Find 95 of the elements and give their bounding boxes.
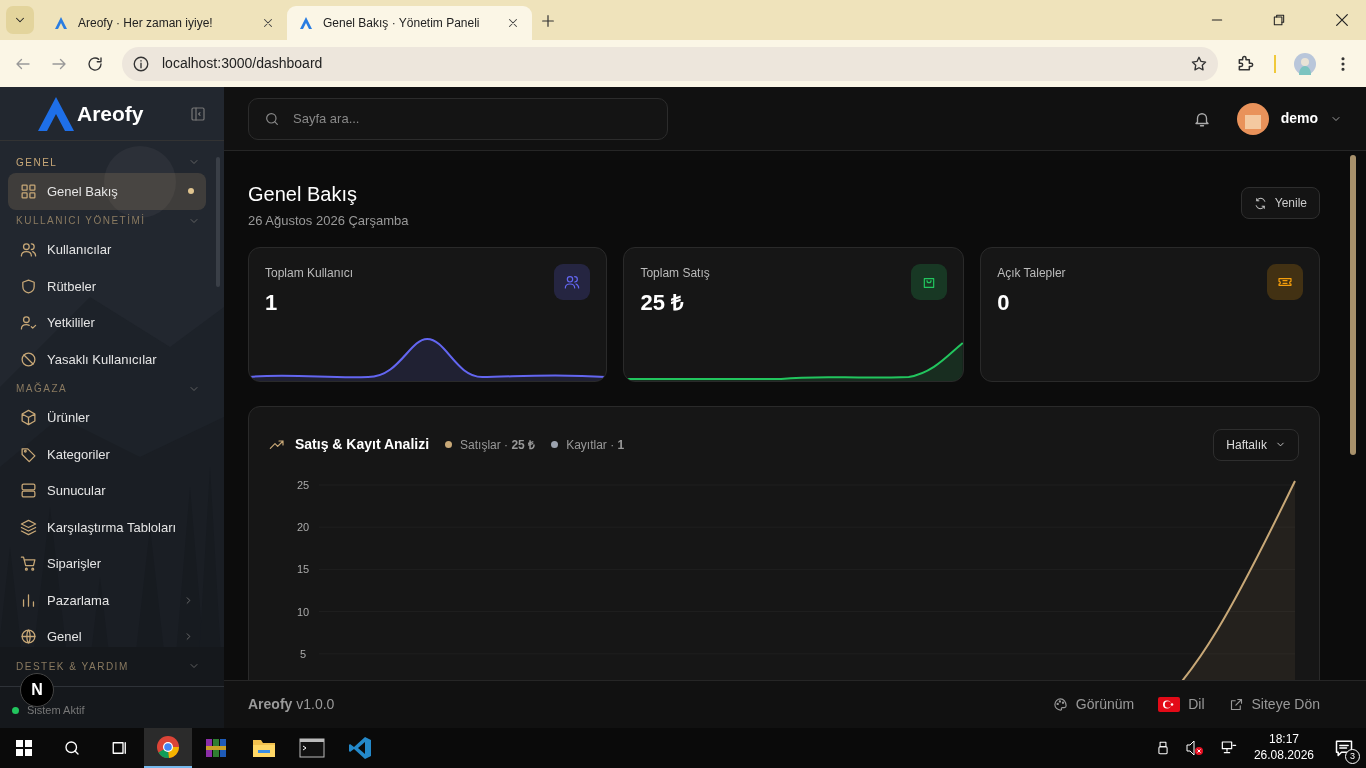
sidebar-item[interactable]: Sunucular	[8, 472, 206, 509]
favicon-icon	[299, 16, 313, 30]
tag-icon	[20, 445, 37, 463]
section-heading: KULLANICI YÖNETİMİ	[16, 213, 146, 228]
close-icon[interactable]	[261, 16, 275, 30]
tab-title: Genel Bakış · Yönetim Paneli	[323, 15, 481, 32]
user-check-icon	[20, 314, 37, 332]
info-icon[interactable]	[132, 54, 150, 73]
stat-label: Açık Talepler	[997, 264, 1066, 282]
restore-icon[interactable]	[1272, 13, 1286, 27]
status-dot-icon	[12, 707, 19, 714]
user-menu[interactable]: demo	[1236, 102, 1342, 135]
extension-icon[interactable]	[1236, 53, 1256, 74]
notification-icon[interactable]	[1334, 738, 1354, 758]
search-field[interactable]: Sayfa ara...	[248, 97, 668, 140]
sidebar-item[interactable]: Siparişler	[8, 545, 206, 582]
notification-count: 3	[1345, 749, 1360, 764]
logo-icon	[38, 96, 74, 131]
footer-link[interactable]: Görünüm	[1052, 694, 1135, 715]
stat-value: 0	[997, 288, 1010, 317]
legend-label: Satışlar · 25 ₺	[460, 436, 536, 454]
browser-tab[interactable]: Genel Bakış · Yönetim Paneli	[287, 6, 532, 40]
sidebar-item[interactable]: Ürünler	[8, 399, 206, 436]
shield-icon	[20, 277, 37, 295]
axis-tick-label: 25	[296, 478, 310, 491]
layers-icon	[20, 518, 37, 536]
stat-value: 1	[265, 288, 278, 317]
legend-label: Kayıtlar · 1	[566, 436, 625, 454]
flag-icon	[1158, 697, 1181, 712]
globe-icon	[20, 628, 37, 646]
ban-icon	[20, 350, 37, 368]
users-icon	[20, 241, 37, 259]
windows-icon[interactable]	[16, 740, 32, 756]
search-icon	[264, 110, 280, 127]
archive-icon[interactable]	[204, 736, 228, 760]
server-icon	[20, 482, 37, 500]
favicon-icon	[54, 16, 68, 30]
sidebar-item[interactable]: Karşılaştırma Tabloları	[8, 509, 206, 546]
tab-title: Areofy · Her zaman iyiye!	[78, 15, 214, 32]
sidebar-item[interactable]: Yasaklı Kullanıcılar	[8, 341, 206, 378]
star-icon[interactable]	[1190, 54, 1208, 73]
page-date: 26 Ağustos 2026 Çarşamba	[248, 212, 409, 230]
browser-tab[interactable]: Areofy · Her zaman iyiye!	[42, 6, 287, 40]
browser-icon[interactable]	[156, 735, 180, 759]
stat-label: Toplam Satış	[640, 264, 710, 282]
page-title: Genel Bakış	[248, 182, 358, 207]
terminal-icon[interactable]	[299, 738, 325, 758]
folder-icon[interactable]	[252, 737, 276, 759]
refresh-button[interactable]: Yenile	[1240, 187, 1320, 219]
section-heading: MAĞAZA	[16, 381, 68, 396]
stat-label: Toplam Kullanıcı	[265, 264, 354, 282]
stat-value: 25 ₺	[640, 288, 684, 317]
reload-icon[interactable]	[86, 54, 104, 73]
axis-tick-label: 5	[299, 647, 307, 660]
sidebar-item[interactable]: Yetkililer	[8, 304, 206, 341]
section-heading: DESTEK & YARDIM	[16, 659, 129, 674]
footer-link[interactable]: Siteye Dön	[1228, 694, 1320, 715]
period-dropdown[interactable]: Haftalık	[1213, 428, 1299, 461]
clock-time: 18:17	[1268, 732, 1299, 748]
active-dot-icon	[188, 188, 194, 195]
sidebar-item[interactable]: Rütbeler	[8, 268, 206, 305]
address-bar[interactable]: localhost:3000/dashboard	[122, 46, 1218, 81]
usb-icon[interactable]	[1155, 740, 1170, 756]
bar-chart-icon	[20, 591, 37, 609]
sidebar-item[interactable]: Kategoriler	[8, 436, 206, 473]
box-icon	[20, 409, 37, 427]
task-view-icon[interactable]	[111, 739, 129, 757]
speaker-muted-icon[interactable]	[1185, 740, 1204, 756]
sidebar-toggle-icon[interactable]	[190, 105, 206, 122]
avatar-icon	[1236, 102, 1269, 135]
search-icon[interactable]	[63, 739, 81, 757]
network-icon[interactable]	[1219, 740, 1238, 756]
chart-title: Satış & Kayıt Analizi	[295, 435, 430, 454]
refresh-icon	[1253, 196, 1267, 210]
code-editor-icon[interactable]	[348, 736, 372, 760]
sidebar-item[interactable]: Pazarlama	[8, 582, 206, 619]
axis-tick-label: 20	[296, 520, 310, 533]
sidebar-item[interactable]: Genel Bakış	[8, 173, 206, 210]
axis-tick-label: 15	[296, 562, 310, 575]
logo-text: Areofy	[77, 100, 144, 127]
cart-icon	[20, 555, 37, 573]
footer-brand: Areofy v1.0.0	[248, 695, 335, 714]
clock-date: 26.08.2026	[1253, 748, 1314, 764]
new-tab-icon[interactable]	[540, 12, 556, 29]
sidebar-item[interactable]: Genel	[8, 618, 206, 655]
grid-icon	[20, 182, 37, 200]
close-icon[interactable]	[506, 16, 520, 30]
close-icon[interactable]	[1334, 12, 1350, 28]
palette-icon	[1052, 697, 1068, 712]
axis-tick-label: 10	[296, 605, 310, 618]
sidebar-item[interactable]: Kullanıcılar	[8, 231, 206, 268]
footer-link[interactable]: Dil	[1158, 694, 1205, 715]
users-icon	[564, 273, 581, 290]
section-heading: GENEL	[16, 155, 58, 170]
external-link-icon	[1228, 697, 1244, 712]
